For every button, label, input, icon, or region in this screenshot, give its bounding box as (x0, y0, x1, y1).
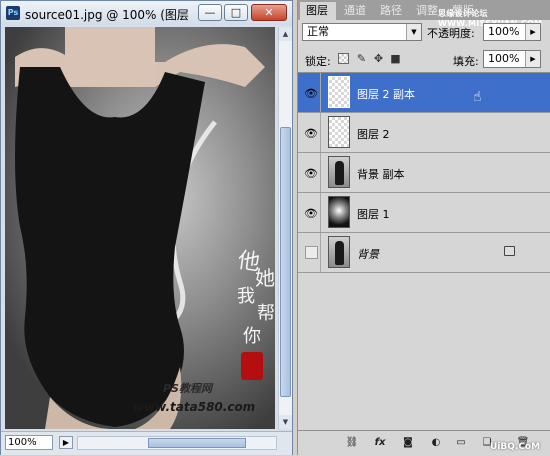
fill-label: 填充: (453, 55, 479, 68)
panel-bottom-toolbar: ⛓ fx ◙ ◐ ▭ ❏ 🗑 UiBQ.CoM (298, 430, 550, 456)
calligraphy-mark-5: 你 (243, 326, 261, 347)
scroll-up-icon[interactable]: ▲ (279, 27, 292, 41)
minimize-button[interactable]: — (198, 4, 222, 21)
lock-label: 锁定: (305, 55, 331, 68)
hand-cursor-icon: ☝ (473, 89, 482, 105)
opacity-field[interactable]: 100% ▶ (483, 23, 541, 41)
lock-transparency-icon[interactable] (338, 53, 349, 64)
layer-name: 背景 副本 (357, 168, 405, 181)
neck-skin (65, 27, 155, 87)
lock-icon (504, 246, 515, 256)
chevron-down-icon[interactable]: ▼ (406, 24, 421, 40)
layer-row-background[interactable]: 背景 (298, 233, 550, 273)
lock-all-icon[interactable]: ■ (389, 52, 402, 65)
calligraphy-mark-2: 她 (255, 266, 275, 290)
horizontal-scrollbar[interactable] (77, 436, 277, 450)
eye-icon: 👁 (304, 207, 318, 220)
opacity-label: 不透明度: (427, 27, 475, 40)
chevron-right-icon[interactable]: ▶ (525, 24, 540, 40)
hidden-eye-icon (305, 246, 318, 259)
lock-pixels-icon[interactable]: ✎ (355, 52, 368, 65)
tab-paths[interactable]: 路径 (374, 2, 408, 20)
fill-value: 100% (488, 52, 520, 65)
layers-list: 👁 图层 2 副本 ☝ 👁 图层 2 👁 背景 副本 👁 图层 1 背景 (298, 72, 550, 431)
document-title: source01.jpg @ 100% (图层 (25, 8, 189, 22)
visibility-toggle[interactable]: 👁 (300, 113, 321, 152)
visibility-toggle[interactable]: 👁 (300, 73, 321, 112)
layer-name: 背景 (357, 248, 379, 261)
layer-thumbnail (328, 76, 350, 108)
canvas-watermark-url: www.tata580.com (133, 400, 256, 414)
layer-name: 图层 2 副本 (357, 88, 415, 101)
visibility-toggle[interactable] (300, 233, 321, 272)
zoom-field[interactable]: 100% (5, 435, 53, 450)
blend-mode-value: 正常 (307, 25, 329, 38)
status-menu-icon[interactable]: ▶ (59, 436, 73, 449)
footer-watermark: UiBQ.CoM (490, 442, 541, 452)
vertical-scroll-thumb[interactable] (280, 127, 291, 397)
eye-icon: 👁 (304, 87, 318, 100)
visibility-toggle[interactable]: 👁 (300, 193, 321, 232)
document-statusbar: 100% ▶ (1, 431, 292, 455)
chevron-right-icon[interactable]: ▶ (525, 51, 540, 67)
canvas-watermark-title: PS教程网 (163, 382, 212, 395)
close-button[interactable]: ✕ (251, 4, 287, 21)
visibility-toggle[interactable]: 👁 (300, 153, 321, 192)
scroll-down-icon[interactable]: ▼ (279, 415, 292, 429)
layer-row-layer1[interactable]: 👁 图层 1 (298, 193, 550, 233)
layer-thumbnail (328, 236, 350, 268)
vertical-scrollbar[interactable]: ▲ ▼ (278, 27, 292, 429)
folder-icon[interactable]: ▭ (454, 436, 468, 450)
layer-name: 图层 2 (357, 128, 390, 141)
calligraphy-mark-3: 我 (237, 286, 255, 307)
calligraphy-mark-4: 帮 (257, 303, 275, 324)
photoshop-icon: Ps (6, 6, 20, 20)
horizontal-scroll-thumb[interactable] (148, 438, 246, 448)
photo-figure: 他 她 我 帮 你 (15, 27, 275, 429)
eye-icon: 👁 (304, 167, 318, 180)
eye-icon: 👁 (304, 127, 318, 140)
document-window: Ps source01.jpg @ 100% (图层 — □ ✕ 他 她 我 帮… (0, 0, 293, 455)
layer-thumbnail (328, 156, 350, 188)
fill-field[interactable]: 100% ▶ (483, 50, 541, 68)
panel-tabs: 图层 通道 路径 调整 蒙版 思缘设计论坛 WWW.MISSYUAN.COM (298, 0, 550, 28)
lock-position-icon[interactable]: ✥ (372, 52, 385, 65)
layers-panel: 图层 通道 路径 调整 蒙版 思缘设计论坛 WWW.MISSYUAN.COM 正… (297, 0, 550, 456)
tab-layers[interactable]: 图层 (300, 2, 336, 20)
link-icon[interactable]: ⛓ (345, 436, 359, 450)
red-seal (241, 352, 263, 380)
mask-icon[interactable]: ◙ (401, 436, 415, 450)
adjustment-icon[interactable]: ◐ (429, 436, 443, 450)
tab-channels[interactable]: 通道 (338, 2, 372, 20)
layer-row-layer2[interactable]: 👁 图层 2 (298, 113, 550, 153)
image-canvas[interactable]: 他 她 我 帮 你 PS教程网 www.tata580.com (5, 27, 275, 429)
layer-row-background-copy[interactable]: 👁 背景 副本 (298, 153, 550, 193)
layer-thumbnail (328, 196, 350, 228)
layer-thumbnail (328, 116, 350, 148)
blend-mode-select[interactable]: 正常 ▼ (302, 23, 422, 41)
maximize-button[interactable]: □ (224, 4, 248, 21)
layer-row-layer2-copy[interactable]: 👁 图层 2 副本 ☝ (298, 73, 550, 113)
fx-icon[interactable]: fx (373, 436, 387, 450)
document-titlebar[interactable]: Ps source01.jpg @ 100% (图层 — □ ✕ (1, 1, 292, 25)
layer-name: 图层 1 (357, 208, 390, 221)
opacity-value: 100% (488, 25, 520, 38)
bodysuit (15, 67, 205, 427)
